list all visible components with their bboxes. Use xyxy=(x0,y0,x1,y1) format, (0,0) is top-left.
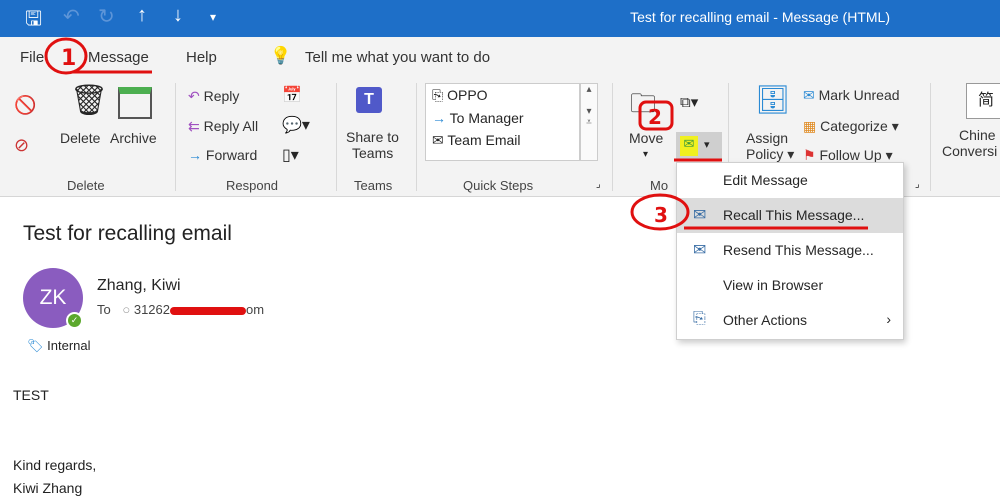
chevron-right-icon: › xyxy=(886,311,891,327)
tab-file[interactable]: File xyxy=(20,49,44,66)
archive-icon xyxy=(118,87,152,119)
im-icon[interactable]: 💬▾ xyxy=(282,115,310,135)
quick-step-to-manager[interactable]: → To Manager xyxy=(426,107,579,129)
categorize-icon: ▦ xyxy=(803,118,817,134)
arrow-up-icon[interactable]: ↑ xyxy=(137,4,147,27)
group-label-respond: Respond xyxy=(226,178,279,193)
forward-button[interactable]: → Forward xyxy=(188,147,257,163)
reply-icon: ↶ xyxy=(188,88,200,104)
resend-icon: ✉ xyxy=(693,242,707,259)
mark-unread-icon: ✉ xyxy=(803,87,815,103)
chevron-down-icon: ▾ xyxy=(704,139,710,151)
redaction xyxy=(170,306,246,315)
flag-icon: ⚑ xyxy=(803,147,816,163)
menu-item-recall-message[interactable]: ✉ Recall This Message... xyxy=(677,198,903,233)
chevron-down-icon: ▾ xyxy=(643,149,649,160)
quick-step-oppo[interactable]: ⎘ OPPO xyxy=(426,84,579,107)
recipients-line: To ○ 31262 om xyxy=(97,302,265,317)
menu-item-resend-message[interactable]: ✉ Resend This Message... xyxy=(677,233,903,268)
sensitivity-label: 🏷 Internal xyxy=(27,338,91,353)
chinese-conversion-button[interactable]: Chine Conversi xyxy=(942,127,997,159)
menu-item-edit-message[interactable]: Edit Message xyxy=(677,163,903,198)
ignore-icon[interactable]: 🚫 xyxy=(14,95,36,116)
other-actions-icon: ⎘ xyxy=(693,310,706,327)
body-line: TEST xyxy=(13,387,49,403)
recall-icon: ✉ xyxy=(693,207,707,224)
group-label-quick-steps: Quick Steps xyxy=(463,178,534,193)
mark-unread-button[interactable]: ✉ Mark Unread xyxy=(803,87,900,104)
quick-step-team-email[interactable]: ✉ Team Email xyxy=(426,129,579,152)
presence-available-icon: ✓ xyxy=(66,312,83,329)
reply-all-icon: ⇇ xyxy=(188,118,200,134)
redo-icon[interactable]: ↻ xyxy=(98,4,115,29)
title-bar: 🖫 ↶ ↻ ↑ ↓ ▾ Test for recalling email - M… xyxy=(0,0,1000,37)
dialog-launcher-icon[interactable]: ⌟ xyxy=(596,179,601,190)
trash-icon: 🗑 xyxy=(70,84,109,117)
message-subject: Test for recalling email xyxy=(23,222,232,245)
teams-icon: T xyxy=(356,87,382,113)
menu-item-view-in-browser[interactable]: View in Browser xyxy=(677,268,903,303)
window-title: Test for recalling email - Message (HTML… xyxy=(630,9,890,25)
lightbulb-icon: 💡 xyxy=(270,46,292,65)
move-button[interactable]: Move xyxy=(629,130,663,146)
tab-message[interactable]: Message xyxy=(88,49,149,66)
tell-me-search[interactable]: Tell me what you want to do xyxy=(305,49,490,66)
actions-icon: ✉ xyxy=(680,136,698,156)
reply-all-button[interactable]: ⇇ Reply All xyxy=(188,118,258,135)
tab-help[interactable]: Help xyxy=(186,49,217,66)
group-label-delete: Delete xyxy=(67,178,105,193)
presence-unknown-icon: ○ xyxy=(122,302,131,317)
quick-steps-gallery: ⎘ OPPO → To Manager ✉ Team Email xyxy=(425,83,580,161)
body-line: Kiwi Zhang xyxy=(13,480,83,496)
ribbon-tabs: File Message Help 💡 Tell me what you wan… xyxy=(0,37,1000,75)
reply-button[interactable]: ↶ Reply xyxy=(188,88,239,105)
actions-dropdown-button[interactable]: ✉ ▾ xyxy=(676,132,722,160)
forward-icon: → xyxy=(188,147,202,163)
sender-name[interactable]: Zhang, Kiwi xyxy=(97,277,181,295)
categorize-button[interactable]: ▦ Categorize ▾ xyxy=(803,118,899,135)
assign-policy-icon: 🗄 xyxy=(755,84,791,115)
more-respond-icon[interactable]: ▯▾ xyxy=(282,145,299,165)
save-icon[interactable]: 🖫 xyxy=(25,4,42,38)
recipient-address[interactable]: 31262 xyxy=(134,302,170,317)
quick-steps-scrollbar[interactable]: ▴ ▾ ⩡ xyxy=(580,83,598,161)
meeting-icon[interactable]: 📅 xyxy=(282,85,302,105)
share-to-teams-button[interactable]: Share to Teams xyxy=(346,129,399,161)
to-label: To xyxy=(97,302,111,317)
customize-icon[interactable]: ▾ xyxy=(210,10,216,24)
sensitivity-icon: 🏷 xyxy=(27,338,44,353)
body-line: Kind regards, xyxy=(13,457,97,473)
arrow-down-icon[interactable]: ↓ xyxy=(173,4,183,27)
annotation-label-3: 3 xyxy=(654,203,668,227)
menu-item-other-actions[interactable]: ⎘ Other Actions › xyxy=(677,303,903,338)
undo-icon[interactable]: ↶ xyxy=(63,4,80,29)
rules-icon[interactable]: ⧉▾ xyxy=(680,93,698,111)
actions-menu: Edit Message ✉ Recall This Message... ✉ Re… xyxy=(676,162,904,340)
move-folder-icon: 🗀 xyxy=(630,88,657,118)
block-sender-icon[interactable]: ⊘ xyxy=(14,135,29,156)
archive-button[interactable]: Archive xyxy=(110,130,157,146)
group-label-teams: Teams xyxy=(354,178,393,193)
chinese-conversion-icon: 简 xyxy=(966,83,1000,119)
dialog-launcher-icon[interactable]: ⌟ xyxy=(915,179,920,190)
assign-policy-button[interactable]: Assign Policy ▾ xyxy=(746,130,794,163)
delete-button[interactable]: Delete xyxy=(60,130,100,146)
group-label-move: Mo xyxy=(650,178,669,193)
